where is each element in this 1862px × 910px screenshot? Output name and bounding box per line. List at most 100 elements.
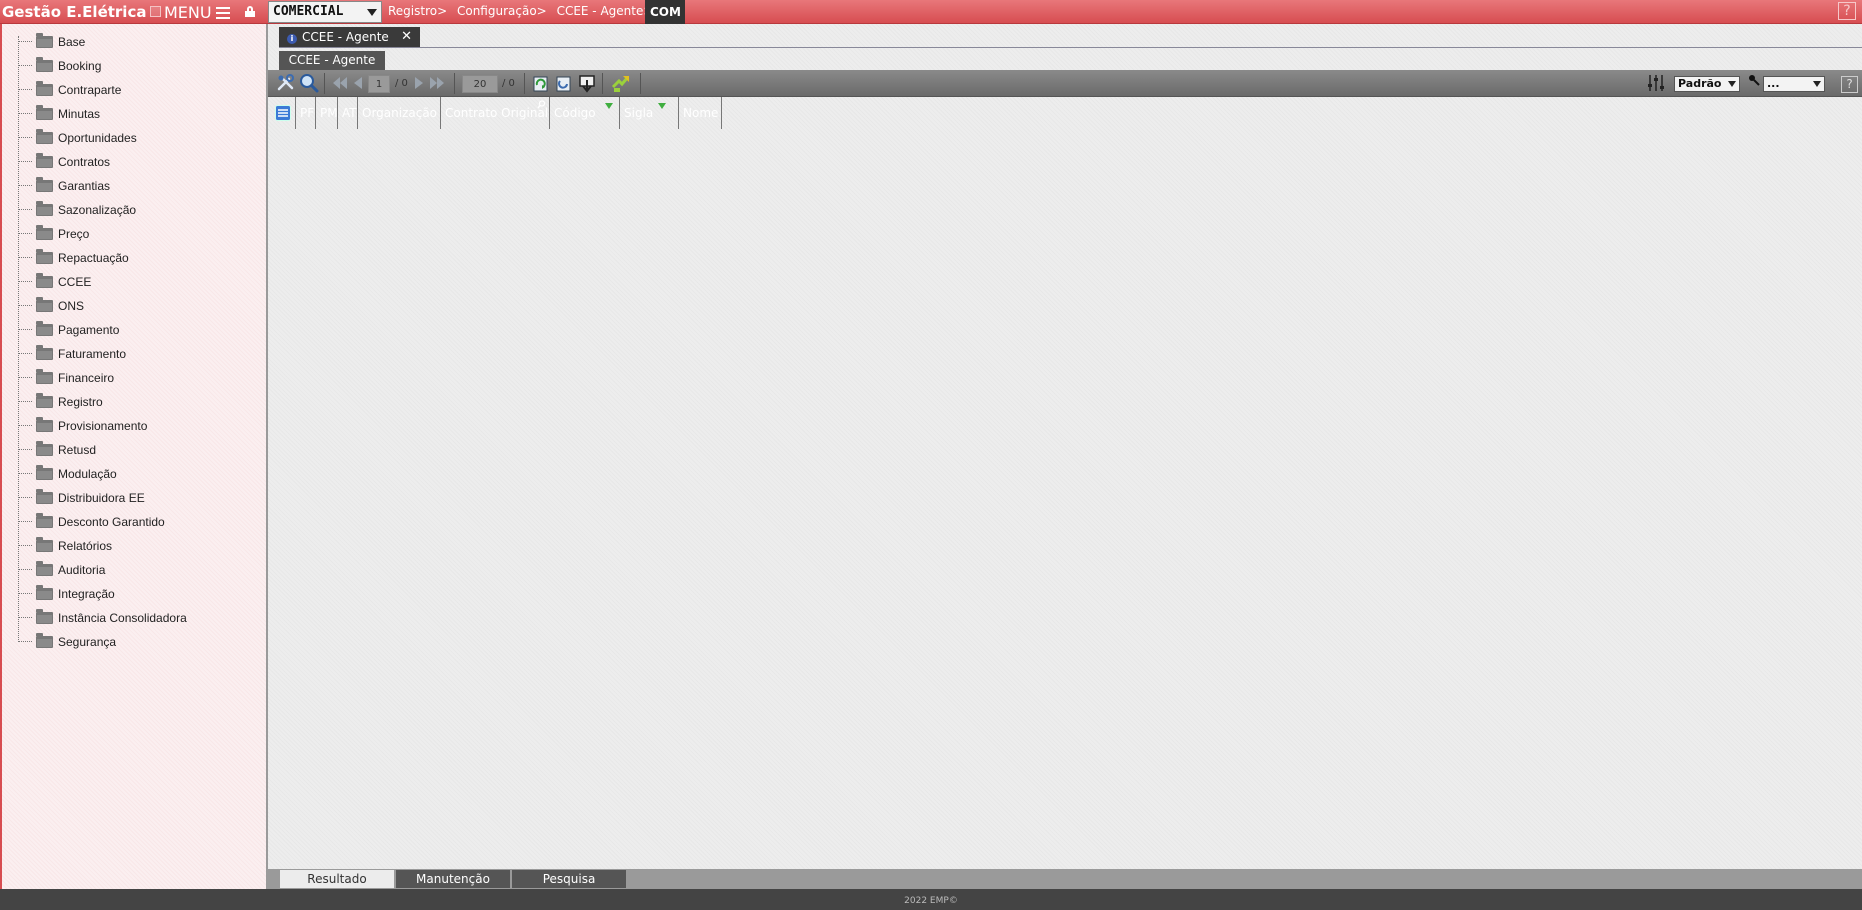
folder-icon: [36, 105, 53, 120]
folder-icon: [36, 201, 53, 216]
tools-icon[interactable]: [276, 73, 296, 93]
export-icon[interactable]: [554, 73, 574, 93]
toolbar-separator: [602, 73, 603, 94]
help-button[interactable]: ?: [1838, 2, 1856, 20]
tree-connector: [18, 257, 32, 258]
tree-connector: [18, 425, 32, 426]
document-tab[interactable]: i CCEE - Agente ✕: [279, 27, 420, 47]
bottom-tab-bar: Resultado Manutenção Pesquisa: [268, 869, 1862, 889]
subtab-ccee-agente[interactable]: CCEE - Agente: [279, 51, 385, 70]
tree-connector: [18, 497, 32, 498]
tab-resultado[interactable]: Resultado: [280, 870, 394, 888]
filter-select-value: ...: [1767, 77, 1780, 90]
tree-connector: [18, 113, 32, 114]
folder-icon: [36, 273, 53, 288]
tab-divider: [279, 47, 1862, 48]
layout-select[interactable]: Padrão: [1674, 76, 1740, 92]
sidebar-item-label: Relatórios: [58, 539, 113, 553]
column-label: Sigla: [624, 106, 654, 120]
record-total: / 0: [502, 78, 515, 89]
sidebar-item-label: Modulação: [58, 467, 117, 481]
page-current-input[interactable]: 1: [368, 75, 390, 93]
first-page-icon[interactable]: [330, 73, 350, 93]
module-select[interactable]: COMERCIAL: [268, 1, 382, 23]
column-selector[interactable]: [270, 97, 296, 129]
sidebar-item-label: Instância Consolidadora: [58, 611, 187, 625]
folder-icon: [36, 225, 53, 240]
document-tab-label: CCEE - Agente: [302, 30, 389, 44]
tab-manutencao[interactable]: Manutenção: [396, 870, 510, 888]
toolbar-separator: [454, 73, 455, 94]
menu-button[interactable]: MENU: [164, 3, 230, 22]
tree-connector: [18, 89, 32, 90]
column-header-codigo[interactable]: Código: [551, 97, 620, 129]
close-icon[interactable]: ✕: [401, 27, 412, 47]
column-header-at[interactable]: AT: [339, 97, 358, 129]
expand-icon[interactable]: [611, 73, 631, 93]
search-filter-icon[interactable]: [537, 100, 546, 109]
sidebar-item-label: Base: [58, 35, 86, 49]
layout-select-value: Padrão: [1678, 77, 1722, 90]
tree-connector: [18, 353, 32, 354]
folder-icon: [36, 153, 53, 168]
tree-connector: [18, 545, 32, 546]
column-header-contrato-original[interactable]: Contrato Original: [442, 97, 550, 129]
folder-icon: [36, 585, 53, 600]
column-header-nome[interactable]: Nome: [680, 97, 722, 129]
window-toggle-icon[interactable]: [150, 6, 162, 17]
column-settings-icon[interactable]: [1646, 73, 1666, 93]
breadcrumb-item-configuracao[interactable]: Configuração>: [457, 4, 547, 18]
tree-connector: [18, 137, 32, 138]
info-icon: i: [287, 34, 297, 44]
breadcrumb-item-registro[interactable]: Registro>: [388, 4, 447, 18]
last-page-icon[interactable]: [427, 73, 447, 93]
search-icon[interactable]: [299, 73, 319, 93]
column-header-sigla[interactable]: Sigla: [621, 97, 679, 129]
folder-icon: [36, 537, 53, 552]
grid-icon: [275, 105, 291, 121]
sidebar-item-label: Contratos: [58, 155, 111, 169]
filter-icon[interactable]: [658, 103, 666, 109]
folder-icon: [36, 441, 53, 456]
folder-icon: [36, 249, 53, 264]
folder-icon: [36, 561, 53, 576]
app-title-text: Gestão E.Elétrica: [2, 3, 147, 21]
tree-line: [18, 36, 19, 642]
column-header-pm[interactable]: PM: [317, 97, 338, 129]
download-icon[interactable]: [577, 73, 597, 93]
sidebar-item-label: Registro: [58, 395, 103, 409]
tab-pesquisa[interactable]: Pesquisa: [512, 870, 626, 888]
column-header-pf[interactable]: PF: [297, 97, 316, 129]
toolbar-help-button[interactable]: ?: [1841, 76, 1858, 93]
sidebar-item-label: Sazonalização: [58, 203, 137, 217]
sidebar-item-label: Auditoria: [58, 563, 106, 577]
folder-icon: [36, 129, 53, 144]
next-page-icon[interactable]: [409, 73, 429, 93]
refresh-icon[interactable]: [531, 73, 551, 93]
module-select-value: COMERCIAL: [273, 4, 344, 19]
folder-icon: [36, 33, 53, 48]
breadcrumb-current: COM: [645, 0, 685, 24]
folder-icon: [36, 297, 53, 312]
folder-icon: [36, 633, 53, 648]
menu-label: MENU: [164, 3, 212, 22]
filter-select[interactable]: ...: [1763, 76, 1825, 92]
page-size-input[interactable]: 20: [462, 75, 498, 93]
column-header-organizacao[interactable]: Organização: [359, 97, 441, 129]
tree-connector: [18, 617, 32, 618]
breadcrumb-item-ccee-agente[interactable]: CCEE - Agente>: [557, 4, 654, 18]
lock-icon[interactable]: [245, 6, 255, 17]
sidebar-item-label: Repactuação: [58, 251, 129, 265]
sidebar-item-label: Contraparte: [58, 83, 122, 97]
folder-icon: [36, 513, 53, 528]
tree-connector: [18, 209, 32, 210]
folder-icon: [36, 369, 53, 384]
hamburger-icon: [215, 7, 230, 19]
toolbar-separator: [324, 73, 325, 94]
main-content: [268, 24, 1862, 889]
previous-page-icon[interactable]: [348, 73, 368, 93]
sidebar-item-label: Garantias: [58, 179, 111, 193]
tree-connector: [18, 233, 32, 234]
filter-icon[interactable]: [605, 103, 613, 109]
sidebar-item-label: Integração: [58, 587, 115, 601]
